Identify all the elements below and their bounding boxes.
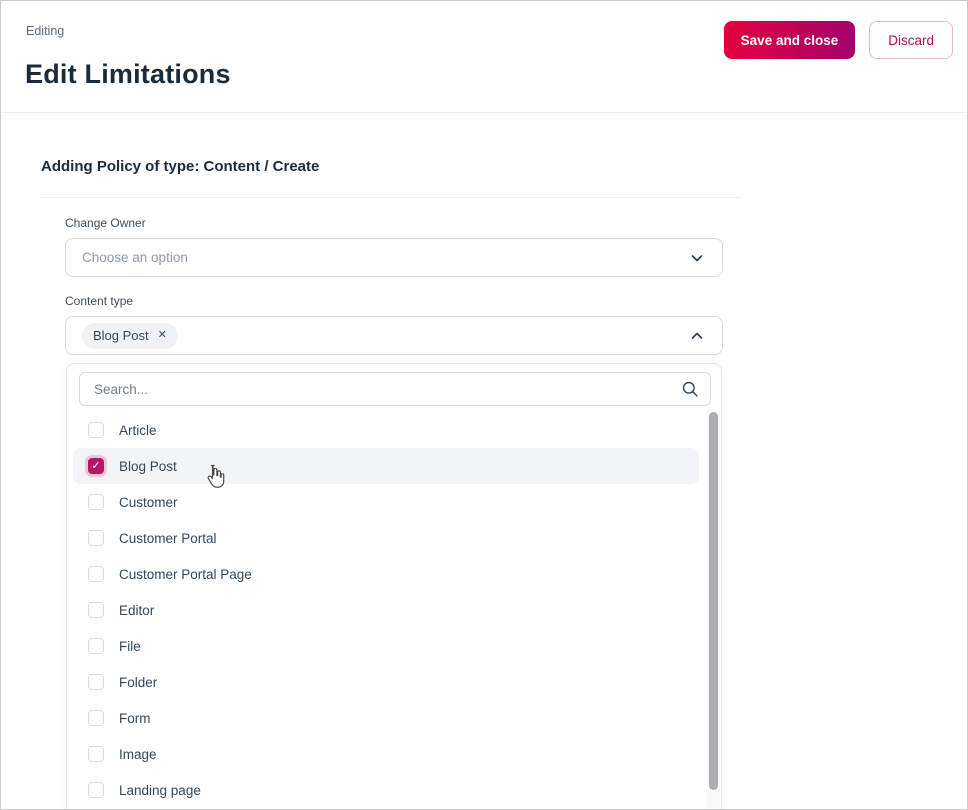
content-type-dropdown: Article ✓ Blog Post Customer Customer Portal…	[66, 363, 722, 809]
option-label: Customer Portal Page	[119, 566, 252, 582]
option-label: Customer	[119, 494, 178, 510]
list-item[interactable]: Customer Portal Page	[73, 556, 699, 592]
option-label: Form	[119, 710, 151, 726]
chevron-down-icon	[688, 249, 706, 267]
change-owner-placeholder: Choose an option	[82, 250, 188, 265]
section-divider	[41, 197, 741, 198]
header-actions: Save and close Discard	[723, 21, 953, 59]
page-title: Edit Limitations	[25, 59, 231, 89]
dropdown-scrollbar-track[interactable]	[707, 410, 720, 809]
option-label: Editor	[119, 602, 155, 618]
content-type-label: Content type	[65, 294, 134, 308]
checkbox[interactable]	[88, 674, 104, 690]
edit-limitations-page: Editing Edit Limitations Save and close …	[0, 0, 968, 810]
discard-button[interactable]: Discard	[869, 21, 953, 59]
list-item[interactable]: Folder	[73, 664, 699, 700]
checkbox[interactable]	[88, 530, 104, 546]
option-label: Customer Portal	[119, 530, 217, 546]
list-item[interactable]: File	[73, 628, 699, 664]
change-owner-select[interactable]: Choose an option	[65, 238, 723, 277]
list-item[interactable]: Form	[73, 700, 699, 736]
checkbox[interactable]	[88, 422, 104, 438]
option-label: File	[119, 638, 141, 654]
page-header: Editing Edit Limitations Save and close …	[1, 1, 967, 113]
editing-status-label: Editing	[26, 24, 65, 38]
checkbox[interactable]	[88, 638, 104, 654]
policy-form: Change Owner Choose an option Content ty…	[65, 216, 723, 809]
list-item[interactable]: Customer Portal	[73, 520, 699, 556]
list-item[interactable]: Article	[73, 412, 699, 448]
chip-remove-icon[interactable]: ✕	[158, 330, 167, 341]
search-input[interactable]	[79, 372, 711, 406]
section-title: Adding Policy of type: Content / Create	[41, 158, 320, 175]
option-label: Landing page	[119, 782, 201, 798]
checkbox[interactable]	[88, 746, 104, 762]
option-label: Folder	[119, 674, 158, 690]
list-item[interactable]: Customer	[73, 484, 699, 520]
checkbox[interactable]	[88, 710, 104, 726]
change-owner-label: Change Owner	[65, 216, 146, 230]
save-and-close-button[interactable]: Save and close	[723, 21, 856, 59]
checkbox[interactable]	[88, 566, 104, 582]
option-list: Article ✓ Blog Post Customer Customer Portal…	[67, 412, 721, 808]
checkbox[interactable]	[88, 494, 104, 510]
search-icon	[681, 380, 699, 398]
option-label: Image	[119, 746, 157, 762]
list-item[interactable]: Image	[73, 736, 699, 772]
content-type-select[interactable]: Blog Post ✕	[65, 316, 723, 355]
option-label: Article	[119, 422, 157, 438]
checkbox[interactable]	[88, 782, 104, 798]
list-item[interactable]: ✓ Blog Post	[73, 448, 699, 484]
checkbox[interactable]	[88, 602, 104, 618]
chip-label: Blog Post	[93, 328, 149, 343]
option-label: Blog Post	[119, 458, 177, 474]
main-content: Adding Policy of type: Content / Create …	[1, 113, 967, 809]
list-item[interactable]: Landing page	[73, 772, 699, 808]
selected-chip: Blog Post ✕	[82, 322, 178, 349]
dropdown-scrollbar-thumb[interactable]	[709, 412, 718, 790]
list-item[interactable]: Editor	[73, 592, 699, 628]
checkbox-checked[interactable]: ✓	[88, 458, 104, 474]
chevron-up-icon	[688, 327, 706, 345]
